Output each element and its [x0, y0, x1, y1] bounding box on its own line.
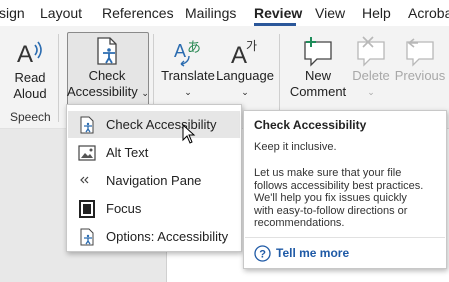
read-aloud-label-line2: Aloud	[13, 86, 47, 101]
previous-comment-icon	[406, 38, 434, 67]
alt-text-icon	[78, 145, 96, 161]
new-comment-label-line1: New	[304, 68, 331, 83]
language-label: Language	[216, 68, 274, 83]
chevron-down-icon: ⌄	[184, 87, 192, 97]
options-accessibility-icon	[80, 228, 94, 246]
speech-group-label: Speech	[10, 110, 51, 124]
tooltip-body: Let us make sure that your file follows …	[254, 167, 424, 230]
menu-item-alt-text[interactable]: Alt Text	[68, 139, 240, 166]
tab-help[interactable]: Help	[362, 5, 391, 21]
menu-item-check-accessibility[interactable]: Check Accessibility	[68, 111, 240, 138]
delete-label: Delete	[352, 68, 390, 83]
svg-text:A: A	[17, 41, 33, 68]
chevron-down-icon: ⌄	[241, 87, 249, 97]
focus-icon	[79, 200, 95, 218]
new-comment-icon	[304, 37, 332, 67]
tab-view[interactable]: View	[315, 5, 345, 21]
tooltip-subtitle: Keep it inclusive.	[254, 141, 337, 153]
delete-comment-icon	[357, 36, 385, 67]
svg-text:가: 가	[246, 39, 257, 53]
menu-item-label: Alt Text	[106, 145, 149, 160]
group-separator	[58, 34, 59, 122]
menu-item-label: Check Accessibility	[106, 117, 217, 132]
navigation-pane-icon	[80, 176, 89, 184]
read-aloud-button[interactable]: A Read Aloud	[6, 36, 54, 102]
menu-item-options-accessibility[interactable]: Options: Accessibility	[68, 223, 240, 250]
tab-mailings[interactable]: Mailings	[185, 5, 236, 21]
new-comment-button[interactable]: New Comment	[289, 36, 347, 100]
ribbon-tab-bar: sign Layout References Mailings Review V…	[0, 0, 449, 26]
check-accessibility-tooltip: Check Accessibility Keep it inclusive. L…	[243, 110, 447, 269]
translate-button[interactable]: A あ Translate ⌄	[160, 36, 216, 100]
chevron-down-icon: ⌄	[141, 88, 149, 98]
translate-icon: A あ	[174, 40, 201, 67]
check-accessibility-content[interactable]: Check Accessibility ⌄	[67, 36, 149, 101]
menu-item-label: Focus	[106, 201, 142, 216]
group-separator	[279, 34, 280, 122]
help-circle-icon: ?	[254, 245, 271, 262]
check-accessibility-icon	[80, 116, 94, 134]
check-accessibility-label-line1: Check	[88, 68, 126, 83]
check-accessibility-label-line2: Accessibility ⌄	[67, 84, 149, 101]
menu-item-navigation-pane[interactable]: Navigation Pane	[68, 167, 240, 194]
read-aloud-icon: A	[17, 41, 42, 68]
mouse-pointer-icon	[182, 124, 196, 144]
language-button[interactable]: A 가 Language ⌄	[215, 36, 275, 100]
read-aloud-label-line1: Read	[14, 70, 46, 85]
svg-text:?: ?	[259, 249, 266, 261]
check-accessibility-label-text: Accessibility	[67, 84, 138, 99]
menu-item-label: Options: Accessibility	[106, 229, 229, 244]
menu-item-focus[interactable]: Focus	[68, 195, 240, 222]
tab-layout[interactable]: Layout	[40, 5, 82, 21]
tooltip-title: Check Accessibility	[254, 118, 367, 132]
tab-review[interactable]: Review	[254, 5, 302, 21]
translate-label: Translate	[161, 68, 215, 83]
check-accessibility-icon	[97, 37, 117, 65]
language-icon: A 가	[231, 39, 257, 68]
tooltip-divider	[245, 237, 445, 238]
svg-text:あ: あ	[187, 40, 201, 56]
tab-references[interactable]: References	[102, 5, 174, 21]
tab-acrobat[interactable]: Acroba	[408, 5, 449, 21]
previous-comment-button[interactable]: Previous	[394, 36, 446, 84]
new-comment-label-line2: Comment	[289, 84, 347, 99]
chevron-down-icon: ⌄	[367, 87, 375, 97]
previous-label: Previous	[394, 68, 446, 83]
svg-text:A: A	[174, 41, 186, 61]
tab-design[interactable]: sign	[0, 5, 25, 21]
menu-item-label: Navigation Pane	[106, 173, 202, 188]
svg-text:A: A	[231, 42, 247, 68]
delete-comment-button[interactable]: Delete ⌄	[348, 36, 394, 100]
check-accessibility-menu: Check Accessibility Alt Text Navigation …	[66, 104, 242, 252]
tell-me-more-label: Tell me more	[276, 246, 350, 260]
